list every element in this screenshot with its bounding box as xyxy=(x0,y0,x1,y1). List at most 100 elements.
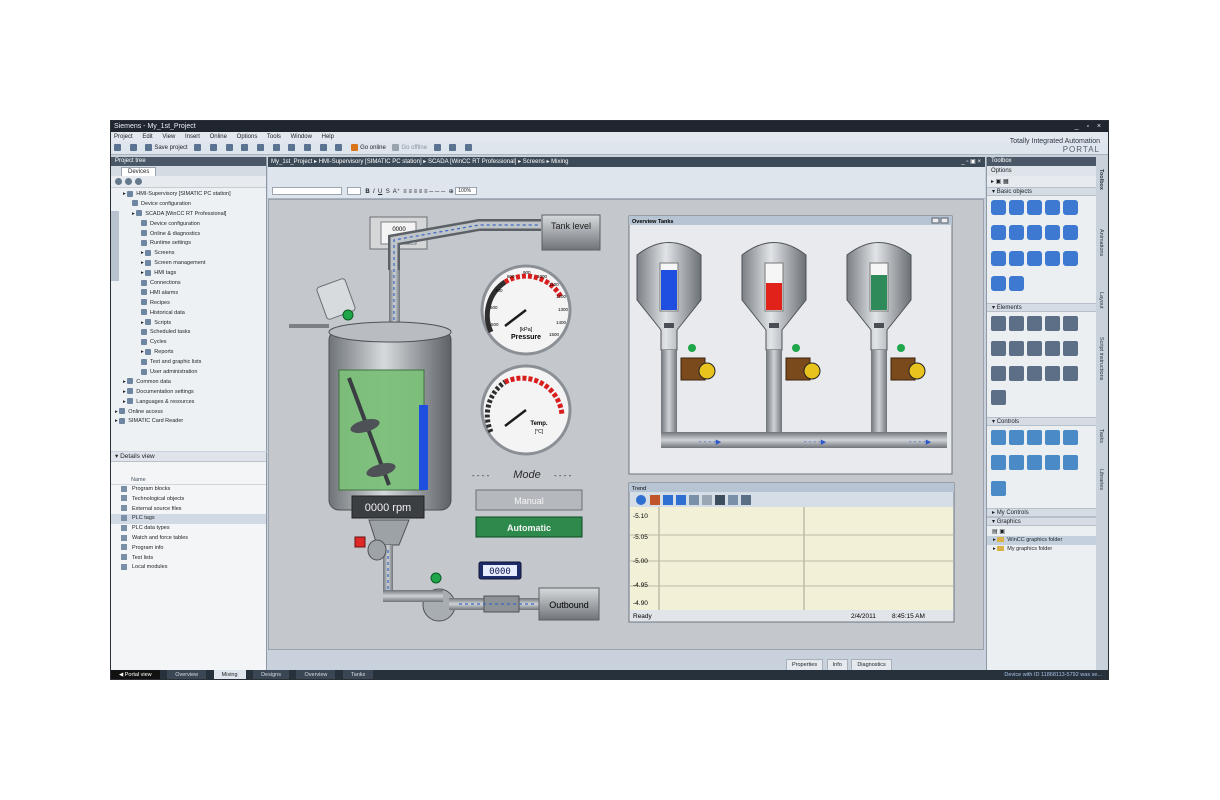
bar-icon[interactable] xyxy=(1027,340,1042,356)
editor-window-controls[interactable]: _ ▫ ▣ × xyxy=(961,157,981,167)
clock-icon[interactable] xyxy=(1063,365,1078,381)
scrollbar-icon[interactable] xyxy=(1063,340,1078,356)
tree-item[interactable]: ▸ Reports xyxy=(111,348,266,358)
emergency-stop-indicator[interactable] xyxy=(354,536,366,548)
tree-item[interactable]: ▸ HMI tags xyxy=(111,269,266,279)
status-force-icon[interactable] xyxy=(991,390,1006,406)
details-name-column[interactable]: Name xyxy=(111,476,266,485)
tree-item[interactable]: Text and graphic lists xyxy=(111,358,266,368)
details-item[interactable]: PLC data types xyxy=(111,524,266,534)
tree-item[interactable]: ▸ SCADA [WinCC RT Professional] xyxy=(111,210,266,220)
basic-objects-section[interactable]: ▾ Basic objects xyxy=(987,187,1096,196)
menu-insert[interactable]: Insert xyxy=(185,134,200,140)
editor-tab-designs[interactable]: Designs xyxy=(253,670,289,679)
simulation-button[interactable] xyxy=(335,142,344,155)
font-format-icon[interactable]: A⁺ xyxy=(393,189,400,195)
rectangle-tool-icon[interactable] xyxy=(1063,225,1078,241)
slider-icon[interactable] xyxy=(1045,340,1060,356)
line-tool-icon[interactable] xyxy=(991,200,1006,215)
menu-help[interactable]: Help xyxy=(322,134,334,140)
bold-button[interactable]: B xyxy=(365,189,369,195)
tree-item[interactable]: Device configuration xyxy=(111,220,266,230)
refresh-icon[interactable] xyxy=(125,178,132,185)
pipe-bend-tool-icon[interactable] xyxy=(1009,275,1024,291)
my-controls-section[interactable]: ▸ My Controls xyxy=(987,508,1096,517)
devices-tab[interactable]: Devices xyxy=(121,167,157,176)
menu-tools[interactable]: Tools xyxy=(267,134,281,140)
trend-print-icon[interactable] xyxy=(728,495,738,505)
layout-side-tab[interactable]: Layout xyxy=(1098,292,1104,309)
trend-zoom-in-icon[interactable] xyxy=(663,495,673,505)
ellipse-arc-tool-icon[interactable] xyxy=(1027,225,1042,241)
trend-move-icon[interactable] xyxy=(676,495,686,505)
animations-side-tab[interactable]: Animations xyxy=(1098,229,1104,256)
tree-item[interactable]: Runtime settings xyxy=(111,239,266,249)
circle-tool-icon[interactable] xyxy=(1045,225,1060,241)
trend-plot-area[interactable] xyxy=(630,507,953,610)
details-item[interactable]: Program blocks xyxy=(111,485,266,495)
split-editor-button[interactable] xyxy=(449,142,458,155)
user-view-icon[interactable] xyxy=(1027,430,1042,445)
trend-pause-icon[interactable] xyxy=(715,495,725,505)
window-controls[interactable]: _ ▫ × xyxy=(1075,121,1104,132)
toolbox-side-tab[interactable]: Toolbox xyxy=(1098,169,1104,190)
tree-item[interactable]: Device configuration xyxy=(111,200,266,210)
toolbox-options[interactable]: Options xyxy=(987,166,1096,176)
overview-close-button[interactable] xyxy=(940,217,949,224)
tree-item[interactable]: Scheduled tasks xyxy=(111,328,266,338)
elements-section[interactable]: ▾ Elements xyxy=(987,303,1096,312)
underline-button[interactable]: U xyxy=(378,189,382,195)
listbox-icon[interactable] xyxy=(1009,340,1024,356)
ellipse-segment-tool-icon[interactable] xyxy=(1063,200,1078,215)
delete-button[interactable] xyxy=(257,142,266,155)
tree-item[interactable]: ▸ SIMATIC Card Reader xyxy=(111,417,266,427)
tasks-side-tab[interactable]: Tasks xyxy=(1098,429,1104,443)
graphics-folder-icon[interactable]: ▤ ▣ xyxy=(992,529,1005,535)
print-button[interactable] xyxy=(194,142,203,155)
trend-first-icon[interactable] xyxy=(636,495,646,505)
tree-item[interactable]: ▸ Screen management xyxy=(111,259,266,269)
connector-tool-icon[interactable] xyxy=(991,250,1006,266)
report-view-icon[interactable] xyxy=(991,480,1006,496)
zoom-select[interactable]: 100% xyxy=(455,187,478,196)
undo-button[interactable] xyxy=(272,142,282,155)
menu-window[interactable]: Window xyxy=(291,134,312,140)
pointer-icon[interactable]: ▸ ▣ ▦ xyxy=(991,179,1009,185)
io-field-icon[interactable] xyxy=(991,316,1006,331)
trend-view-icon[interactable] xyxy=(1009,430,1024,445)
zoom-in-icon[interactable]: ⊕ xyxy=(449,189,454,195)
redo-button[interactable] xyxy=(288,142,297,155)
tree-item[interactable]: User administration xyxy=(111,368,266,378)
tree-item[interactable]: ▸ Scripts xyxy=(111,319,266,329)
symbolic-io-icon[interactable] xyxy=(1027,316,1042,331)
script-instructions-side-tab[interactable]: Script instructions xyxy=(1098,337,1104,380)
check-box-icon[interactable] xyxy=(1009,365,1024,381)
align-icons[interactable]: ≡ ≡ ≡ ≡ ≡ ─ ─ ─ xyxy=(403,189,445,195)
tree-item[interactable]: Cycles xyxy=(111,338,266,348)
graphic-view-tool-icon[interactable] xyxy=(1027,250,1042,266)
font-select[interactable] xyxy=(272,187,342,196)
alarm-view-icon[interactable] xyxy=(991,430,1006,445)
cut-button[interactable] xyxy=(210,142,219,155)
show-overview-icon[interactable] xyxy=(115,178,122,185)
copy-button[interactable] xyxy=(225,142,235,155)
pie-segment-tool-icon[interactable] xyxy=(991,225,1006,241)
close-editor-button[interactable] xyxy=(465,142,474,155)
editor-tab-tanks[interactable]: Tanks xyxy=(342,670,374,679)
channel-diagnostics-icon[interactable] xyxy=(1063,455,1078,471)
tree-item[interactable]: Historical data xyxy=(111,309,266,319)
details-item[interactable]: Program info xyxy=(111,544,266,554)
settings-icon[interactable] xyxy=(135,178,142,185)
font-size-select[interactable] xyxy=(346,187,361,196)
open-project-button[interactable] xyxy=(129,142,139,155)
f-x-trend-view-icon[interactable] xyxy=(991,455,1006,471)
graphic-io-icon[interactable] xyxy=(1045,316,1060,331)
text-tool-icon[interactable] xyxy=(1009,250,1024,266)
html-browser-icon[interactable] xyxy=(1045,430,1060,445)
menu-project[interactable]: Project xyxy=(114,134,133,140)
accessible-devices-button[interactable] xyxy=(433,142,443,155)
menu-view[interactable]: View xyxy=(162,134,175,140)
round-button-icon[interactable] xyxy=(991,340,1006,356)
details-item[interactable]: Text lists xyxy=(111,554,266,564)
tree-item[interactable]: ▸ Screens xyxy=(111,249,266,259)
